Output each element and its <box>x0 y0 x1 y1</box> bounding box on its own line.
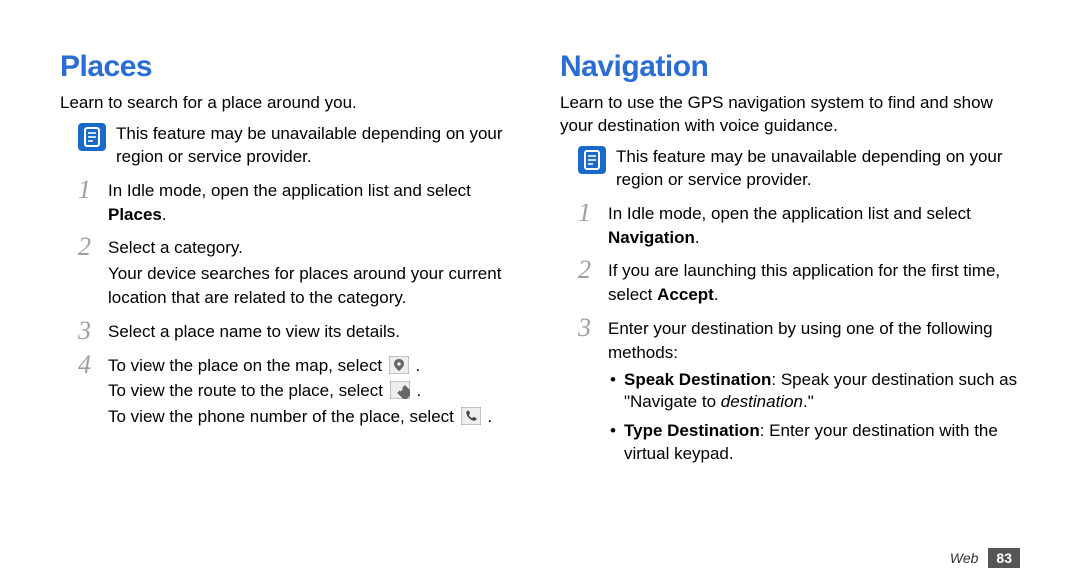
bullet-title: Type Destination <box>624 421 760 440</box>
bullet-title: Speak Destination <box>624 370 771 389</box>
step-1: 1 In Idle mode, open the application lis… <box>60 179 520 229</box>
step-line: Select a category. <box>108 236 520 260</box>
step-text-end: . <box>483 407 492 426</box>
footer-section-label: Web <box>950 550 979 566</box>
note-icon <box>78 123 106 151</box>
step-text: In Idle mode, open the application list … <box>108 181 471 200</box>
note-text: This feature may be unavailable dependin… <box>116 123 520 169</box>
step-bold: Accept <box>657 285 714 304</box>
heading-navigation: Navigation <box>560 50 1020 84</box>
directions-icon <box>390 381 410 399</box>
intro-navigation: Learn to use the GPS navigation system t… <box>560 92 1020 138</box>
bullet-italic: destination <box>721 392 803 411</box>
step-number: 2 <box>78 234 96 260</box>
step-app-name: Places <box>108 205 162 224</box>
bullet-end: ." <box>803 392 814 411</box>
step-text: In Idle mode, open the application list … <box>608 204 971 223</box>
bullet-list: Speak Destination: Speak your destinatio… <box>608 369 1020 467</box>
phone-icon <box>461 407 481 425</box>
step-body: If you are launching this application fo… <box>608 259 1020 309</box>
step-number: 3 <box>78 318 96 344</box>
step-text: To view the place on the map, select <box>108 356 387 375</box>
map-pin-icon <box>389 356 409 374</box>
step-body: Select a place name to view its details. <box>108 320 400 346</box>
step-body: In Idle mode, open the application list … <box>608 202 1020 252</box>
step-text-end: . <box>412 381 421 400</box>
step-number: 1 <box>78 177 96 203</box>
step-text-end: . <box>714 285 719 304</box>
heading-places: Places <box>60 50 520 84</box>
step-text-end: . <box>162 205 167 224</box>
steps-places: 1 In Idle mode, open the application lis… <box>60 179 520 431</box>
step-text-end: . <box>695 228 700 247</box>
step-body: To view the place on the map, select . T… <box>108 354 492 431</box>
step-text: To view the phone number of the place, s… <box>108 407 459 426</box>
left-column: Places Learn to search for a place aroun… <box>60 50 520 480</box>
step-body: In Idle mode, open the application list … <box>108 179 520 229</box>
step-body: Select a category. Your device searches … <box>108 236 520 311</box>
step-text: Select a place name to view its details. <box>108 320 400 344</box>
note-block: This feature may be unavailable dependin… <box>578 146 1020 192</box>
step-app-name: Navigation <box>608 228 695 247</box>
bullet-item: Type Destination: Enter your destination… <box>610 420 1020 466</box>
step-2: 2 If you are launching this application … <box>560 259 1020 309</box>
step-3: 3 Select a place name to view its detail… <box>60 320 520 346</box>
step-2: 2 Select a category. Your device searche… <box>60 236 520 311</box>
manual-page: Places Learn to search for a place aroun… <box>0 0 1080 520</box>
note-icon <box>578 146 606 174</box>
step-number: 2 <box>578 257 596 283</box>
step-number: 4 <box>78 352 96 378</box>
step-body: Enter your destination by using one of t… <box>608 317 1020 472</box>
right-column: Navigation Learn to use the GPS navigati… <box>560 50 1020 480</box>
bullet-item: Speak Destination: Speak your destinatio… <box>610 369 1020 415</box>
step-text: To view the route to the place, select <box>108 381 388 400</box>
note-block: This feature may be unavailable dependin… <box>78 123 520 169</box>
page-footer: Web 83 <box>950 548 1020 568</box>
step-number: 1 <box>578 200 596 226</box>
footer-page-number: 83 <box>988 548 1020 568</box>
steps-navigation: 1 In Idle mode, open the application lis… <box>560 202 1020 473</box>
step-text-end: . <box>411 356 420 375</box>
step-4: 4 To view the place on the map, select .… <box>60 354 520 431</box>
step-line: Your device searches for places around y… <box>108 262 520 310</box>
step-text: Enter your destination by using one of t… <box>608 317 1020 365</box>
step-3: 3 Enter your destination by using one of… <box>560 317 1020 472</box>
note-text: This feature may be unavailable dependin… <box>616 146 1020 192</box>
step-number: 3 <box>578 315 596 341</box>
intro-places: Learn to search for a place around you. <box>60 92 520 115</box>
step-1: 1 In Idle mode, open the application lis… <box>560 202 1020 252</box>
